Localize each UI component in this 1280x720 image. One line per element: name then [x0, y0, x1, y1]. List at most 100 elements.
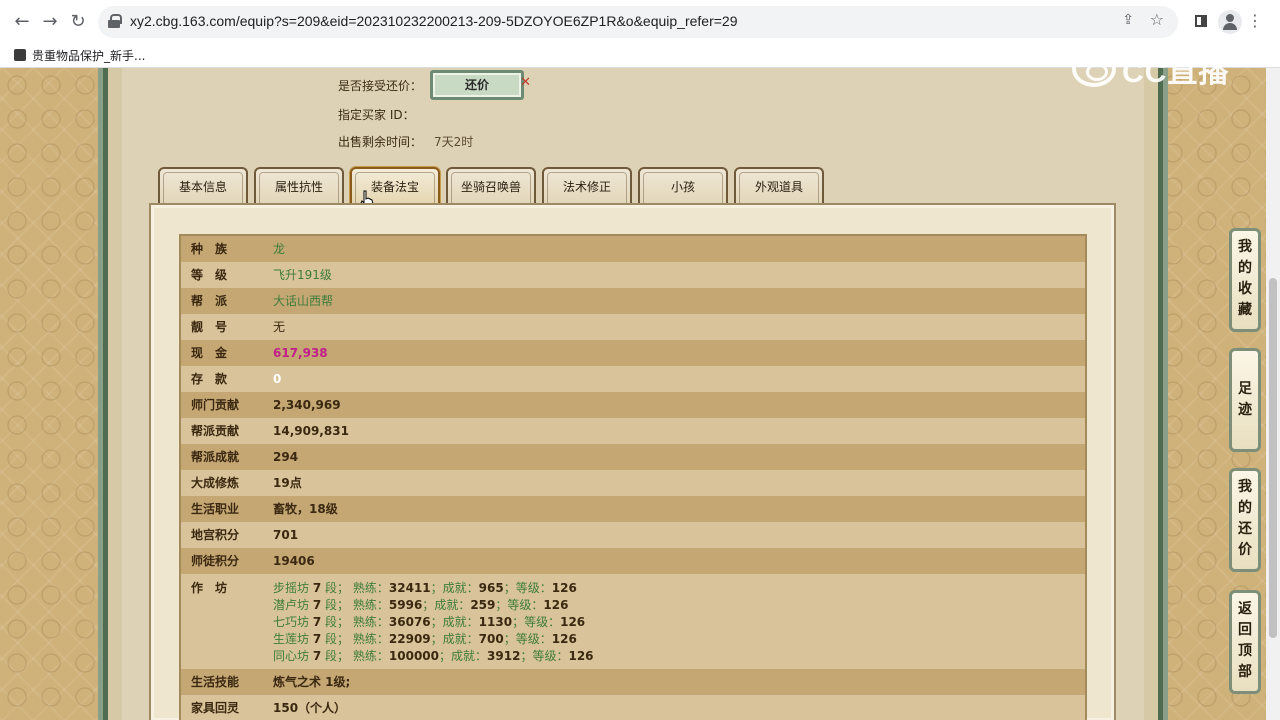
- row-key: 地宫积分: [191, 528, 240, 542]
- address-bar[interactable]: xy2.cbg.163.com/equip?s=209&eid=20231023…: [98, 6, 1178, 38]
- counter-offer-label: 还价: [464, 78, 489, 92]
- share-icon[interactable]: ⇪: [1122, 12, 1134, 28]
- workshop-label: 熟练：: [352, 615, 389, 629]
- row-value: 2,340,969: [273, 398, 341, 412]
- row-key: 现 金: [191, 346, 228, 360]
- close-x-icon[interactable]: ✕: [520, 71, 531, 95]
- bookmark-star-icon[interactable]: ☆: [1150, 10, 1164, 29]
- tab-appearance-items[interactable]: 外观道具: [734, 167, 824, 203]
- menu-char: 收: [1238, 281, 1252, 297]
- tab-spell-correction[interactable]: 法术修正: [542, 167, 632, 203]
- row-key: 帮派贡献: [191, 424, 240, 438]
- footprints-button[interactable]: 足 迹: [1229, 348, 1261, 452]
- row-value: 飞升191级: [273, 268, 332, 282]
- workshop-line: 潜卢坊 7 段； 熟练：5996；成就：259；等级：126: [273, 598, 569, 612]
- table-row-deposit: 存 款 0: [181, 366, 1085, 392]
- table-row-cultivation: 大成修炼 19点: [181, 470, 1085, 496]
- table-row-school-contribution: 师门贡献 2,340,969: [181, 392, 1085, 418]
- menu-char: 藏: [1238, 302, 1252, 318]
- table-row-level: 等 级 飞升191级: [181, 262, 1085, 288]
- cc-logo-icon: [1072, 51, 1116, 87]
- remaining-time-row: 出售剩余时间： 7天2时: [338, 133, 473, 150]
- workshop-level: 7: [312, 632, 322, 646]
- back-arrow-icon[interactable]: ←: [8, 8, 36, 36]
- row-value: 0: [273, 372, 282, 386]
- page-scrollbar[interactable]: [1266, 68, 1280, 720]
- workshop-achieve: 700: [478, 632, 504, 646]
- row-value: 701: [273, 528, 299, 542]
- workshop-name: 步摇坊: [273, 581, 310, 595]
- tab-bar: 基本信息 属性抗性 装备法宝 坐骑召唤兽 法术修正 小孩 外观道具: [158, 167, 824, 205]
- workshop-label: 等级：: [515, 581, 552, 595]
- back-to-top-button[interactable]: 返 回 顶 部: [1229, 590, 1261, 694]
- scrollbar-thumb[interactable]: [1269, 278, 1277, 638]
- workshop-grade: 126: [543, 598, 569, 612]
- row-key: 师徒积分: [191, 554, 240, 568]
- workshop-label: 等级：: [515, 632, 552, 646]
- row-value: 畜牧，18级: [273, 502, 338, 516]
- buyer-id-row: 指定买家 ID：: [338, 106, 415, 123]
- tab-mounts-pets[interactable]: 坐骑召唤兽: [446, 167, 536, 203]
- counter-offer-button[interactable]: 还价 ✕: [430, 70, 531, 100]
- workshop-label: 成就：: [442, 581, 479, 595]
- url-text[interactable]: xy2.cbg.163.com/equip?s=209&eid=20231023…: [130, 13, 737, 29]
- workshop-label: 段；: [325, 615, 350, 629]
- workshop-line: 步摇坊 7 段； 熟练：32411；成就：965；等级：126: [273, 581, 577, 595]
- workshop-skill: 5996: [388, 598, 423, 612]
- bookmark-item[interactable]: 贵重物品保护_新手...: [14, 46, 145, 64]
- buyer-id-label: 指定买家 ID：: [338, 108, 415, 122]
- row-key: 种 族: [191, 242, 228, 256]
- workshop-name: 同心坊: [273, 649, 310, 663]
- menu-char: 顶: [1238, 643, 1252, 659]
- workshop-line: 七巧坊 7 段； 熟练：36076；成就：1130；等级：126: [273, 615, 586, 629]
- workshop-label: 段；: [325, 649, 350, 663]
- workshop-label: 熟练：: [352, 632, 389, 646]
- forward-arrow-icon[interactable]: →: [36, 8, 64, 36]
- row-value: 无: [273, 320, 286, 334]
- row-value: 14,909,831: [273, 424, 349, 438]
- remaining-time-label: 出售剩余时间：: [338, 135, 423, 149]
- row-key: 帮 派: [191, 294, 228, 308]
- row-value: 294: [273, 450, 299, 464]
- my-counteroffers-button[interactable]: 我 的 还 价: [1229, 468, 1261, 572]
- table-row-mentor-points: 师徒积分 19406: [181, 548, 1085, 574]
- reload-icon[interactable]: ↻: [64, 8, 92, 36]
- my-favorites-button[interactable]: 我 的 收 藏: [1229, 228, 1261, 332]
- workshop-label: 段；: [325, 632, 350, 646]
- workshop-achieve: 3912: [487, 649, 521, 663]
- workshop-level: 7: [312, 598, 322, 612]
- row-key: 生活职业: [191, 502, 240, 516]
- menu-char: 返: [1238, 601, 1252, 617]
- workshop-level: 7: [312, 649, 322, 663]
- table-row-guild-contribution: 帮派贡献 14,909,831: [181, 418, 1085, 444]
- accept-counter-label: 是否接受还价：: [338, 79, 423, 93]
- workshop-label: 等级：: [507, 598, 544, 612]
- menu-char: 回: [1238, 622, 1252, 638]
- workshop-line: 生莲坊 7 段； 熟练：22909；成就：700；等级：126: [273, 632, 577, 646]
- row-value: 19406: [273, 554, 315, 568]
- info-table: 种 族龙 等 级飞升191级 帮 派大话山西帮 靓 号无 现 金 617,938 …: [179, 234, 1087, 720]
- browser-menu-icon[interactable]: ⋮: [1244, 10, 1266, 32]
- table-row-guild-achievement: 帮派成就 294: [181, 444, 1085, 470]
- profile-avatar-icon[interactable]: [1218, 10, 1242, 34]
- left-frame-rail: [98, 68, 122, 720]
- workshop-achieve: 259: [470, 598, 496, 612]
- table-row-race: 种 族龙: [181, 236, 1085, 262]
- workshop-grade: 126: [568, 649, 594, 663]
- workshop-label: 段；: [325, 581, 350, 595]
- workshop-label: 成就：: [451, 649, 488, 663]
- row-key: 大成修炼: [191, 476, 240, 490]
- tab-attributes[interactable]: 属性抗性: [254, 167, 344, 203]
- menu-char: 足: [1238, 381, 1252, 397]
- tab-basic-info[interactable]: 基本信息: [158, 167, 248, 203]
- lock-icon[interactable]: [108, 14, 122, 28]
- workshop-label: 成就：: [434, 598, 471, 612]
- workshop-level: 7: [312, 581, 322, 595]
- bookmark-label: 贵重物品保护_新手...: [32, 48, 146, 63]
- menu-char: 部: [1238, 664, 1252, 680]
- table-row-workshop: 作 坊 步摇坊 7 段； 熟练：32411；成就：965；等级：126 潜卢坊 …: [181, 574, 1085, 669]
- tab-child[interactable]: 小孩: [638, 167, 728, 203]
- workshop-name: 生莲坊: [273, 632, 310, 646]
- side-panel-icon[interactable]: [1190, 10, 1212, 32]
- workshop-name: 七巧坊: [273, 615, 310, 629]
